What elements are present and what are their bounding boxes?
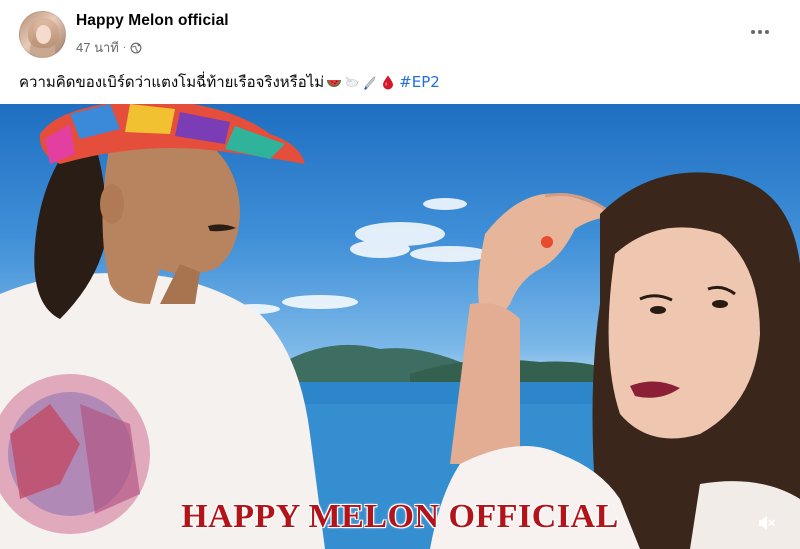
blood-drop-emoji-icon <box>383 75 394 90</box>
mute-button[interactable] <box>756 513 784 541</box>
globe-icon[interactable] <box>130 42 142 54</box>
video-watermark: HAPPY MELON OFFICIAL <box>181 498 619 535</box>
post-caption: ความคิดของเบิร์ดว่าแตงโมฉี่ท้ายเรือจริงห… <box>19 70 440 94</box>
video-frame-image <box>0 104 800 549</box>
knife-emoji-icon <box>364 76 376 90</box>
avatar-face <box>36 25 51 44</box>
more-dot-icon <box>751 30 755 34</box>
more-dot-icon <box>758 30 762 34</box>
watermelon-emoji-icon <box>327 80 342 87</box>
clouds <box>230 198 490 314</box>
meta-separator: · <box>122 42 127 53</box>
caption-text: ความคิดของเบิร์ดว่าแตงโมฉี่ท้ายเรือจริงห… <box>19 73 325 91</box>
post-header: Happy Melon official 47 นาที · <box>0 0 800 62</box>
post-meta: 47 นาที · <box>76 37 142 58</box>
page-name-link[interactable]: Happy Melon official <box>76 12 229 30</box>
more-dot-icon <box>765 30 769 34</box>
post-timestamp[interactable]: 47 นาที <box>76 37 119 58</box>
page-avatar[interactable] <box>19 11 66 58</box>
more-options-button[interactable] <box>744 18 776 46</box>
post-video[interactable]: HAPPY MELON OFFICIAL <box>0 104 800 549</box>
dove-emoji-icon <box>345 76 360 87</box>
hashtag-link[interactable]: #EP2 <box>399 73 440 91</box>
speaker-muted-icon <box>759 516 775 530</box>
